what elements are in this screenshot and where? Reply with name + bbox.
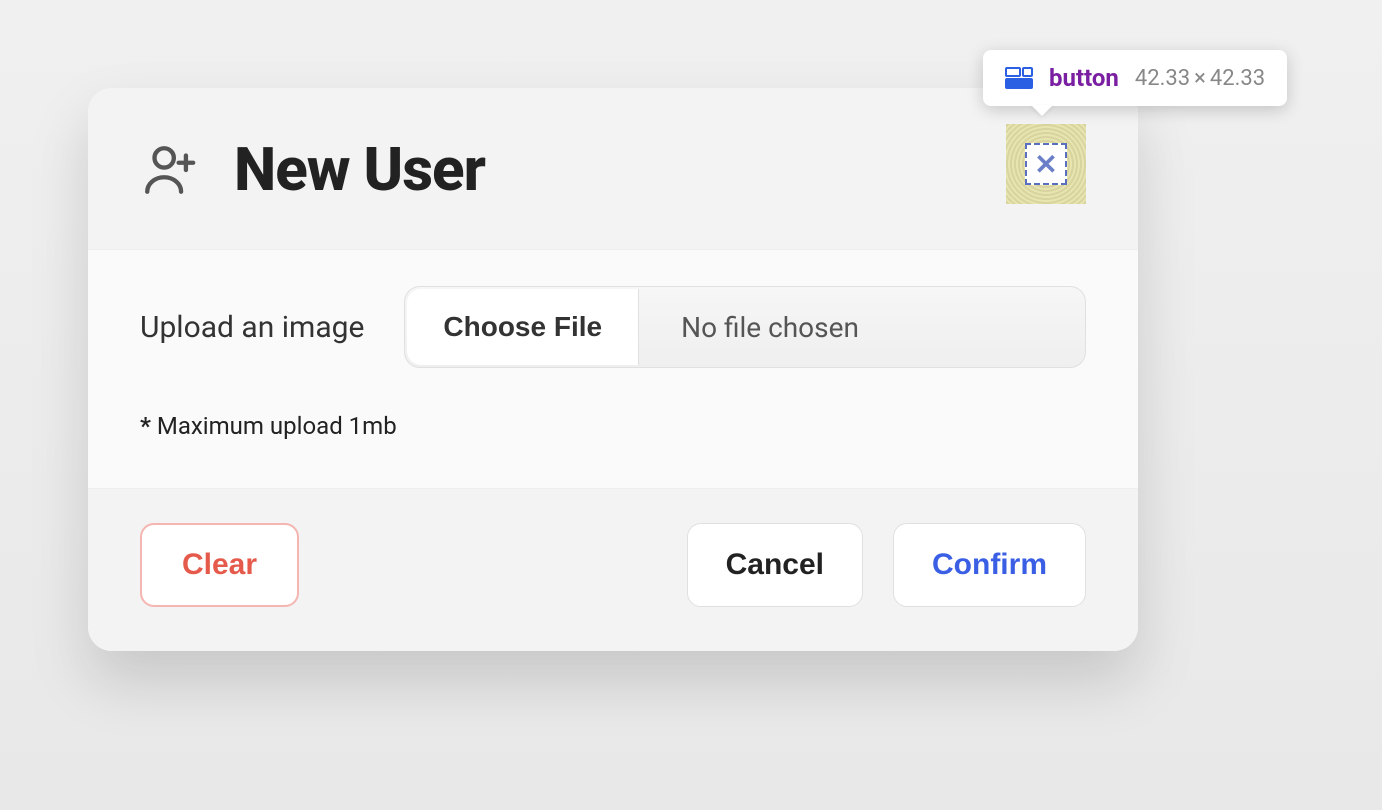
add-user-icon [140, 141, 198, 199]
new-user-dialog: New User ✕ Upload an image Choose File N… [88, 88, 1138, 651]
close-button[interactable]: ✕ [1006, 124, 1086, 204]
dialog-body: Upload an image Choose File No file chos… [88, 249, 1138, 489]
file-input-control[interactable]: Choose File No file chosen [404, 286, 1086, 368]
tooltip-height: 42.33 [1210, 66, 1265, 91]
tooltip-width: 42.33 [1135, 66, 1190, 91]
tooltip-element-tag: button [1049, 64, 1119, 92]
dialog-title: New User [234, 134, 485, 205]
devtools-inspect-tooltip: button 42.33×42.33 [983, 50, 1287, 106]
close-inner-highlight: ✕ [1025, 143, 1067, 185]
upload-row: Upload an image Choose File No file chos… [140, 286, 1086, 368]
tooltip-dimensions: 42.33×42.33 [1135, 66, 1265, 91]
upload-image-label: Upload an image [140, 310, 364, 345]
file-chosen-status: No file chosen [641, 287, 1085, 367]
confirm-button[interactable]: Confirm [893, 523, 1086, 607]
hint-text: Maximum upload 1mb [157, 412, 397, 440]
cancel-button[interactable]: Cancel [687, 523, 863, 607]
tooltip-times: × [1194, 66, 1206, 91]
upload-hint: * Maximum upload 1mb [140, 412, 1086, 440]
layout-icon [1005, 67, 1033, 89]
dialog-footer: Clear Cancel Confirm [88, 489, 1138, 651]
close-icon: ✕ [1034, 148, 1057, 181]
clear-button[interactable]: Clear [140, 523, 299, 607]
choose-file-button[interactable]: Choose File [407, 289, 639, 365]
hint-asterisk: * [140, 412, 157, 440]
dialog-header: New User ✕ [88, 88, 1138, 249]
